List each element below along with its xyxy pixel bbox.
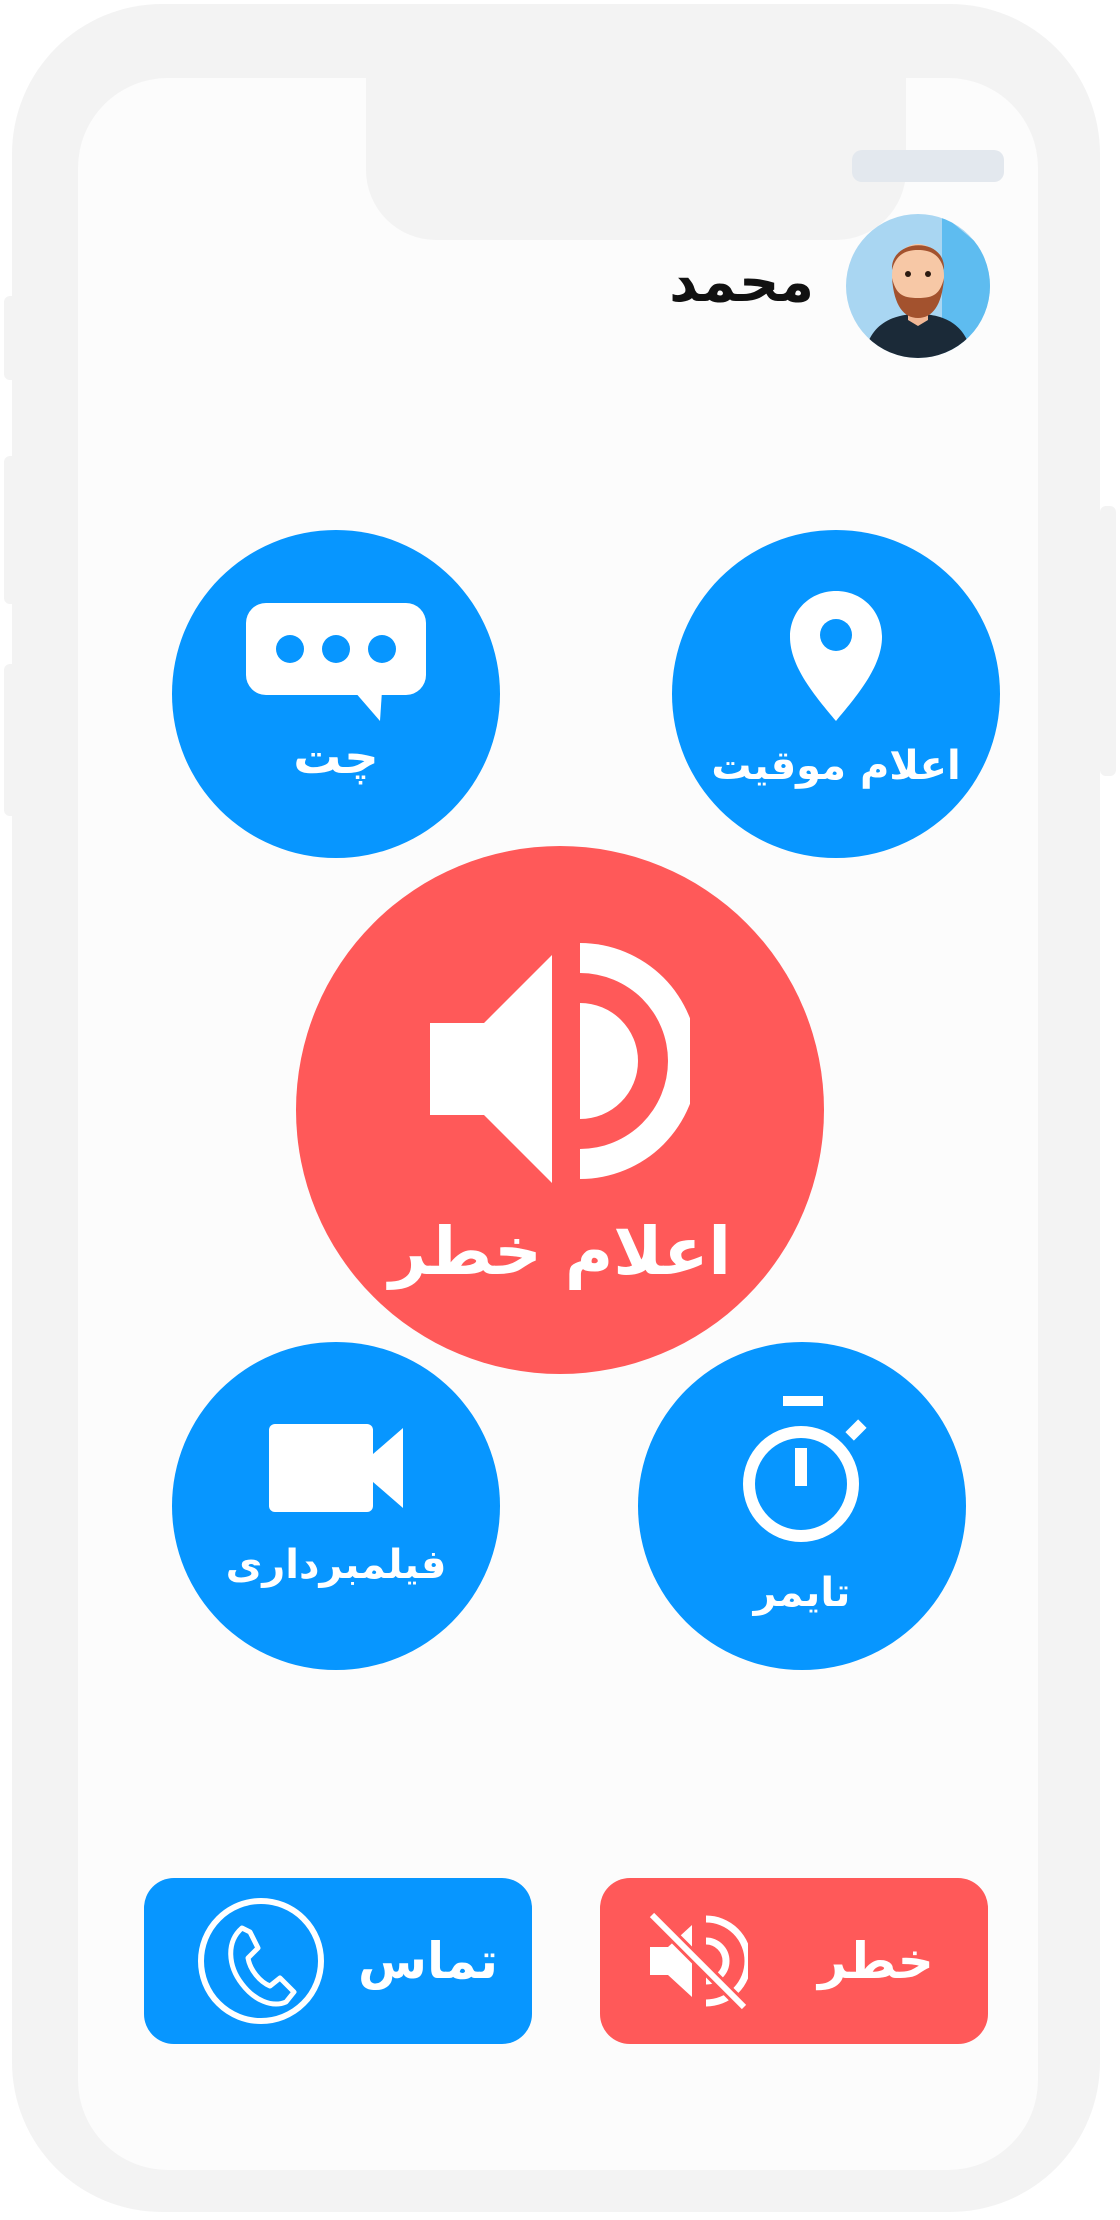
danger-label: خطر [818,1932,934,1990]
location-label: اعلام موقیت [711,743,961,789]
phone-side-button [1100,506,1116,776]
location-button[interactable]: اعلام موقیت [672,530,1000,858]
phone-side-button [4,296,20,380]
timer-label: تایمر [753,1570,851,1616]
timer-button[interactable]: تایمر [638,1342,966,1670]
chat-button[interactable]: چت [172,530,500,858]
alarm-button[interactable]: اعلام خطر [296,846,824,1374]
avatar[interactable] [846,214,990,358]
danger-button[interactable]: خطر [600,1878,988,2044]
earpiece-speaker [852,150,1004,182]
chat-label: چت [293,729,379,785]
alarm-label: اعلام خطر [388,1212,732,1290]
phone-icon [198,1898,324,2024]
speaker-icon [430,942,690,1183]
chat-bubble-icon [246,603,426,721]
speaker-muted-icon [648,1911,748,2011]
stopwatch-icon [743,1396,867,1542]
user-name: محمد [669,250,814,315]
call-label: تماس [358,1932,499,1990]
location-pin-icon [790,591,882,721]
phone-side-button [4,664,20,816]
video-camera-icon [269,1424,403,1512]
bearded-man-avatar [864,214,990,358]
video-button[interactable]: فیلمبرداری [172,1342,500,1670]
call-button[interactable]: تماس [144,1878,532,2044]
phone-side-button [4,456,20,604]
phone-notch [366,78,1004,240]
video-label: فیلمبرداری [225,1542,447,1588]
